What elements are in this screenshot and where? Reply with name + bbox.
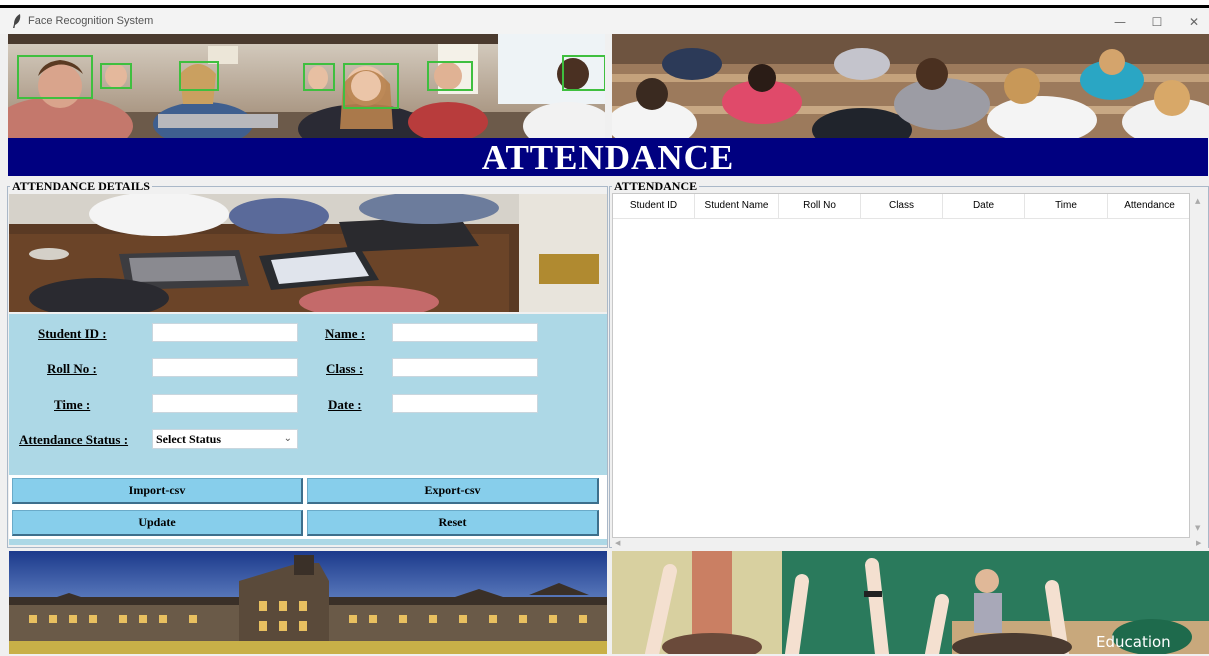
time-label: Time : <box>54 397 91 412</box>
feather-icon <box>13 14 21 28</box>
lecture-hall-image <box>612 34 1209 138</box>
column-header-date[interactable]: Date <box>943 194 1025 218</box>
column-header-time[interactable]: Time <box>1025 194 1108 218</box>
date-input[interactable] <box>392 394 538 413</box>
window-title: Face Recognition System <box>28 15 154 27</box>
attendance-details-legend: ATTENDANCE DETAILS <box>12 179 150 193</box>
update-button[interactable]: Update <box>12 510 303 536</box>
name-input[interactable] <box>392 323 538 342</box>
attendance-status-value: Select Status <box>156 432 221 446</box>
import-csv-button[interactable]: Import-csv <box>12 478 303 504</box>
roll-no-input[interactable] <box>152 358 298 377</box>
education-caption: Education <box>1096 633 1171 651</box>
maximize-button[interactable]: ☐ <box>1145 13 1169 31</box>
attendance-table-legend: ATTENDANCE <box>614 179 698 193</box>
education-classroom-image: Education <box>612 551 1209 654</box>
students-laptops-image <box>9 194 607 312</box>
column-header-roll-no[interactable]: Roll No <box>779 194 861 218</box>
roll-no-label: Roll No : <box>47 361 97 376</box>
attendance-status-select[interactable]: Select Status ⌄ <box>152 429 298 449</box>
attendance-table[interactable]: Student ID Student Name Roll No Class Da… <box>612 193 1190 538</box>
page-title-banner: ATTENDANCE <box>8 138 1208 177</box>
student-id-input[interactable] <box>152 323 298 342</box>
time-input[interactable] <box>152 394 298 413</box>
vertical-scrollbar[interactable]: ▲ ▼ <box>1190 193 1208 538</box>
chevron-down-icon: ⌄ <box>283 433 292 444</box>
table-header-row: Student ID Student Name Roll No Class Da… <box>613 194 1189 219</box>
scroll-down-icon[interactable]: ▼ <box>1195 524 1200 532</box>
export-csv-button[interactable]: Export-csv <box>307 478 599 504</box>
scroll-up-icon[interactable]: ▲ <box>1195 197 1200 205</box>
date-label: Date : <box>328 397 362 412</box>
column-header-student-name[interactable]: Student Name <box>695 194 779 218</box>
reset-button[interactable]: Reset <box>307 510 599 536</box>
attendance-status-label: Attendance Status : <box>19 432 129 447</box>
close-button[interactable]: ✕ <box>1182 13 1206 31</box>
university-building-image <box>9 551 607 654</box>
classroom-face-detection-image <box>8 34 605 138</box>
name-label: Name : <box>325 326 366 341</box>
top-border <box>0 0 1209 8</box>
column-header-student-id[interactable]: Student ID <box>613 194 695 218</box>
column-header-attendance[interactable]: Attendance <box>1108 194 1189 218</box>
column-header-class[interactable]: Class <box>861 194 943 218</box>
horizontal-scrollbar[interactable]: ◀ ▶ <box>612 538 1208 548</box>
scroll-left-icon[interactable]: ◀ <box>615 539 620 547</box>
minimize-button[interactable]: — <box>1108 13 1132 31</box>
class-label: Class : <box>326 361 364 376</box>
title-bar: Face Recognition System — ☐ ✕ <box>0 8 1209 34</box>
student-id-label: Student ID : <box>38 326 107 341</box>
scroll-right-icon[interactable]: ▶ <box>1196 539 1201 547</box>
class-input[interactable] <box>392 358 538 377</box>
